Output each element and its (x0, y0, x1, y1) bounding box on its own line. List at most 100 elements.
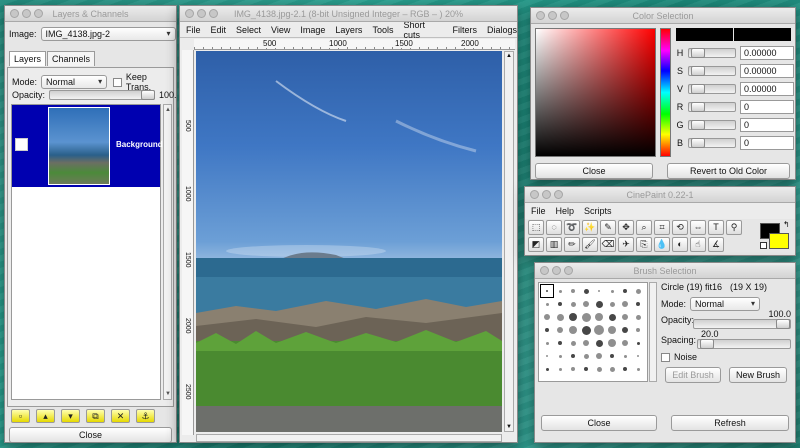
menu-help[interactable]: Help (556, 206, 575, 216)
image-canvas[interactable] (196, 51, 502, 432)
zoom-icon[interactable]: ⌕ (636, 220, 652, 235)
image-hscrollbar[interactable] (196, 434, 502, 442)
brush-preview-10[interactable] (567, 298, 579, 310)
zoom-window-icon[interactable] (554, 190, 563, 199)
brush-preview-43[interactable] (580, 350, 592, 362)
layers-scrollbar[interactable]: ▲ ▼ (163, 104, 172, 400)
channel-slider-thumb[interactable] (691, 84, 705, 94)
channel-slider[interactable] (688, 48, 736, 58)
brush-preview-41[interactable] (554, 350, 566, 362)
channel-value-field[interactable]: 0 (740, 118, 794, 132)
brush-preview-39[interactable] (632, 337, 644, 349)
ellipse-select-icon[interactable]: ◌ (546, 220, 562, 235)
brush-preview-42[interactable] (567, 350, 579, 362)
layer-row-background[interactable]: Background (12, 105, 163, 187)
brush-preview-51[interactable] (580, 363, 592, 375)
paintbrush-icon[interactable]: 🖌 (582, 237, 598, 252)
minimize-window-icon[interactable] (552, 266, 561, 275)
channel-slider-thumb[interactable] (691, 120, 705, 130)
scroll-down-icon[interactable]: ▼ (165, 391, 171, 397)
noise-checkbox[interactable] (661, 352, 670, 362)
brush-preview-2[interactable] (567, 285, 579, 297)
brush-preview-28[interactable] (593, 324, 605, 336)
brush-refresh-button[interactable]: Refresh (671, 415, 789, 431)
brush-preview-52[interactable] (593, 363, 605, 375)
crop-icon[interactable]: ⌗ (654, 220, 670, 235)
color-close-button[interactable]: Close (535, 163, 653, 179)
brush-preview-29[interactable] (606, 324, 618, 336)
brush-close-button[interactable]: Close (541, 415, 657, 431)
layers-titlebar[interactable]: Layers & Channels (5, 6, 176, 22)
brush-preview-45[interactable] (606, 350, 618, 362)
tab-layers[interactable]: Layers (9, 51, 47, 66)
edit-brush-button[interactable]: Edit Brush (665, 367, 721, 383)
text-icon[interactable]: T (708, 220, 724, 235)
revert-color-button[interactable]: Revert to Old Color (667, 163, 790, 179)
channel-value-field[interactable]: 0 (740, 136, 794, 150)
opacity-slider[interactable] (49, 90, 156, 100)
zoom-window-icon[interactable] (209, 9, 218, 18)
brush-preview-50[interactable] (567, 363, 579, 375)
brush-preview-55[interactable] (632, 363, 644, 375)
brush-preview-32[interactable] (541, 337, 553, 349)
layer-visibility-icon[interactable] (15, 138, 28, 151)
brush-preview-34[interactable] (567, 337, 579, 349)
menu-file[interactable]: File (531, 206, 546, 216)
keep-trans-checkbox[interactable] (113, 77, 122, 87)
scroll-up-icon[interactable]: ▲ (506, 53, 512, 59)
close-window-icon[interactable] (540, 266, 549, 275)
brush-preview-21[interactable] (606, 311, 618, 323)
brush-preview-13[interactable] (606, 298, 618, 310)
brush-preview-3[interactable] (580, 285, 592, 297)
close-window-icon[interactable] (530, 190, 539, 199)
opacity-slider-thumb[interactable] (141, 90, 156, 100)
brush-preview-25[interactable] (554, 324, 566, 336)
brush-preview-22[interactable] (619, 311, 631, 323)
brush-preview-46[interactable] (619, 350, 631, 362)
toolbox-titlebar[interactable]: CinePaint 0.22-1 (525, 187, 795, 203)
zoom-window-icon[interactable] (564, 266, 573, 275)
brush-preview-17[interactable] (554, 311, 566, 323)
channel-value-field[interactable]: 0.00000 (740, 64, 794, 78)
rect-select-icon[interactable]: ⬚ (528, 220, 544, 235)
dodge-icon[interactable]: ◐ (672, 237, 688, 252)
brush-preview-16[interactable] (541, 311, 553, 323)
brush-preview-54[interactable] (619, 363, 631, 375)
new-brush-button[interactable]: New Brush (729, 367, 787, 383)
layers-close-button[interactable]: Close (9, 427, 172, 442)
brush-preview-19[interactable] (580, 311, 592, 323)
channel-value-field[interactable]: 0.00000 (740, 82, 794, 96)
lower-layer-icon[interactable]: ▾ (61, 409, 80, 423)
default-colors-icon[interactable] (760, 242, 767, 249)
brush-preview-6[interactable] (619, 285, 631, 297)
channel-value-field[interactable]: 0 (740, 100, 794, 114)
scroll-up-icon[interactable]: ▲ (165, 107, 171, 113)
brush-preview-0[interactable] (540, 284, 554, 298)
brush-preview-11[interactable] (580, 298, 592, 310)
brush-preview-36[interactable] (593, 337, 605, 349)
measure-icon[interactable]: ∡ (708, 237, 724, 252)
brush-preview-1[interactable] (554, 285, 566, 297)
smudge-icon[interactable]: ☝ (690, 237, 706, 252)
brush-preview-31[interactable] (632, 324, 644, 336)
brush-spacing-slider-thumb[interactable] (700, 339, 714, 349)
menu-file[interactable]: File (186, 25, 201, 35)
brush-titlebar[interactable]: Brush Selection (535, 263, 795, 279)
duplicate-layer-icon[interactable]: ⧉ (86, 409, 105, 423)
new-layer-icon[interactable]: ▫ (11, 409, 30, 423)
channel-slider[interactable] (688, 102, 736, 112)
mode-select[interactable]: Normal ▾ (41, 75, 108, 89)
brush-preview-26[interactable] (567, 324, 579, 336)
image-select[interactable]: IMG_4138.jpg-2 ▾ (40, 27, 176, 41)
close-window-icon[interactable] (185, 9, 194, 18)
brush-preview-38[interactable] (619, 337, 631, 349)
brush-preview-24[interactable] (541, 324, 553, 336)
brush-preview-18[interactable] (567, 311, 579, 323)
brush-preview-40[interactable] (541, 350, 553, 362)
clone-icon[interactable]: ⎘ (636, 237, 652, 252)
brush-preview-7[interactable] (632, 285, 644, 297)
anchor-layer-icon[interactable]: ⚓ (136, 409, 155, 423)
menu-edit[interactable]: Edit (211, 25, 227, 35)
brush-preview-27[interactable] (580, 324, 592, 336)
brush-preview-5[interactable] (606, 285, 618, 297)
